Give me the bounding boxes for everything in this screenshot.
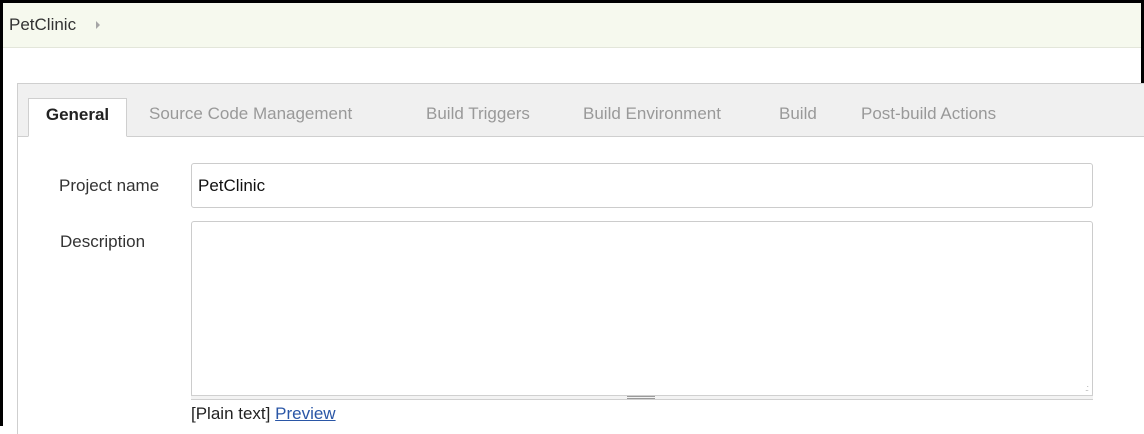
tab-post-build-actions[interactable]: Post-build Actions	[861, 99, 996, 137]
app-window: PetClinic General Source Code Management…	[0, 0, 1144, 434]
breadcrumb: PetClinic	[3, 3, 1141, 48]
tab-build-triggers[interactable]: Build Triggers	[426, 99, 530, 137]
textarea-resize-bar[interactable]	[191, 395, 1093, 400]
drag-handle-icon[interactable]	[627, 396, 655, 399]
resize-grip-icon[interactable]: .:	[1085, 384, 1089, 393]
tab-build[interactable]: Build	[779, 99, 817, 137]
tab-source-code-management[interactable]: Source Code Management	[149, 99, 352, 137]
description-textarea[interactable]: .:	[191, 221, 1093, 397]
chevron-right-icon[interactable]	[96, 21, 101, 29]
breadcrumb-item-petclinic[interactable]: PetClinic	[9, 15, 76, 35]
config-panel: General Source Code Management Build Tri…	[17, 83, 1144, 434]
format-line: [Plain text] Preview	[191, 404, 336, 424]
tab-bar: General Source Code Management Build Tri…	[18, 84, 1144, 137]
tab-general[interactable]: General	[28, 98, 127, 137]
project-name-label: Project name	[59, 176, 160, 195]
description-label: Description	[60, 232, 146, 251]
preview-link[interactable]: Preview	[275, 404, 335, 423]
plain-text-label: [Plain text]	[191, 404, 271, 423]
tab-build-environment[interactable]: Build Environment	[583, 99, 721, 137]
project-name-input[interactable]: PetClinic	[191, 163, 1093, 208]
